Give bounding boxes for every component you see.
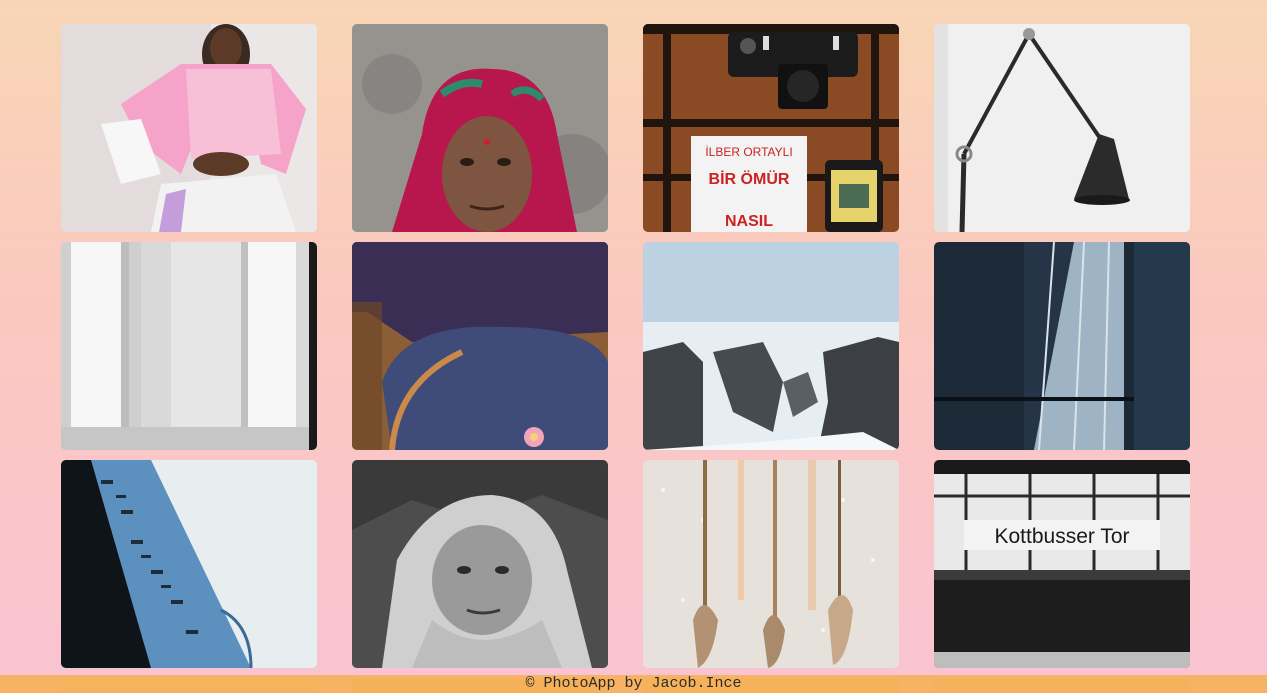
photo-camera-and-book: İLBER ORTAYLI BİR ÖMÜR NASIL xyxy=(643,24,899,232)
photo-tile[interactable] xyxy=(61,242,317,450)
photo-gallery: İLBER ORTAYLI BİR ÖMÜR NASIL Kottbusser … xyxy=(61,24,1190,668)
photo-tile[interactable] xyxy=(643,460,899,668)
photo-tile[interactable] xyxy=(934,24,1190,232)
photo-tile[interactable] xyxy=(352,242,608,450)
photo-elderly-woman-red-headscarf xyxy=(352,24,608,232)
photo-glass-building-dark xyxy=(934,242,1190,450)
station-sign-text: Kottbusser Tor xyxy=(994,525,1129,548)
photo-tile[interactable]: İLBER ORTAYLI BİR ÖMÜR NASIL xyxy=(643,24,899,232)
photo-tile[interactable] xyxy=(61,460,317,668)
book-title-text: İLBER ORTAYLI xyxy=(705,145,792,159)
book-subtitle-text-2: NASIL xyxy=(725,213,773,230)
photo-tile[interactable] xyxy=(643,242,899,450)
photo-snowy-cliffs xyxy=(643,242,899,450)
photo-tile[interactable] xyxy=(352,460,608,668)
book-subtitle-text: BİR ÖMÜR xyxy=(709,169,790,188)
footer-copyright: © PhotoApp by Jacob.Ince xyxy=(525,675,742,692)
photo-tile[interactable]: Kottbusser Tor xyxy=(934,460,1190,668)
photo-woman-pink-jacket xyxy=(61,24,317,232)
photo-feather-dreamcatcher xyxy=(643,460,899,668)
photo-tile[interactable] xyxy=(934,242,1190,450)
photo-elderly-woman-bw xyxy=(352,460,608,668)
photo-black-desk-lamp xyxy=(934,24,1190,232)
photo-chair-pink-flower xyxy=(352,242,608,450)
photo-tile[interactable] xyxy=(61,24,317,232)
photo-tile[interactable] xyxy=(352,24,608,232)
photo-blue-glass-facade xyxy=(61,460,317,668)
photo-white-windows xyxy=(61,242,317,450)
footer: © PhotoApp by Jacob.Ince xyxy=(0,675,1267,693)
photo-kottbusser-tor-station: Kottbusser Tor xyxy=(934,460,1190,668)
